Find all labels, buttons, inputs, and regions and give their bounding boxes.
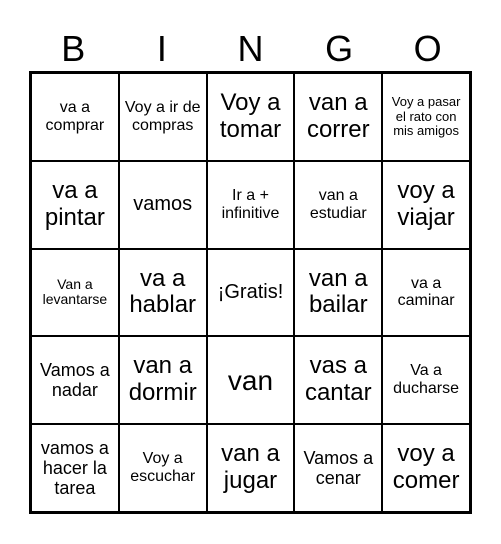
cell-text: Vamos a nadar [40, 360, 110, 401]
free-space[interactable]: ¡Gratis! [206, 248, 295, 337]
bingo-cell[interactable]: va a hablar [118, 248, 207, 337]
cell-text: Van a levantarse [42, 275, 108, 308]
bingo-cell[interactable]: Voy a escuchar [118, 424, 207, 512]
cell-text: va a hablar [129, 264, 197, 319]
cell-text: vamos a hacer la tarea [40, 437, 109, 499]
bingo-cell[interactable]: vamos a hacer la tarea [31, 424, 119, 512]
bingo-header: B I N G O [29, 26, 472, 72]
cell-text: ¡Gratis! [217, 280, 284, 303]
bingo-cell[interactable]: voy a comer [382, 424, 470, 512]
cell-text: va a pintar [44, 176, 105, 231]
cell-text: van a bailar [308, 264, 368, 319]
cell-text: Ir a + infinitive [221, 186, 280, 222]
bingo-card: va a comprar Voy a ir de compras Voy a t… [29, 71, 472, 514]
cell-text: van [227, 364, 274, 396]
cell-text: Va a ducharse [393, 362, 459, 398]
bingo-cell[interactable]: voy a viajar [382, 160, 470, 249]
cell-text: van a jugar [221, 440, 280, 495]
bingo-cell[interactable]: van a dormir [118, 336, 207, 425]
bingo-cell[interactable]: van a correr [294, 73, 383, 161]
header-letter-b: B [61, 28, 86, 69]
bingo-cell[interactable]: Vamos a nadar [31, 336, 119, 425]
bingo-cell[interactable]: van [206, 336, 295, 425]
cell-text: Voy a escuchar [130, 450, 196, 486]
cell-text: Voy a pasar el rato con mis amigos [391, 94, 461, 139]
cell-text: va a comprar [45, 98, 105, 134]
bingo-cell[interactable]: van a jugar [206, 424, 295, 512]
bingo-cell[interactable]: Voy a ir de compras [118, 73, 207, 161]
cell-text: voy a viajar [397, 176, 455, 231]
bingo-cell[interactable]: Van a levantarse [31, 248, 119, 337]
bingo-cell[interactable]: vas a cantar [294, 336, 383, 425]
cell-text: Voy a ir de compras [124, 98, 201, 134]
bingo-cell[interactable]: van a estudiar [294, 160, 383, 249]
cell-text: van a estudiar [309, 186, 367, 222]
bingo-cell[interactable]: va a caminar [382, 248, 470, 337]
cell-text: Voy a tomar [219, 89, 282, 143]
cell-text: van a dormir [128, 352, 197, 407]
bingo-cell[interactable]: van a bailar [294, 248, 383, 337]
header-letter-i: I [156, 28, 167, 69]
bingo-cell[interactable]: vamos [118, 160, 207, 249]
bingo-cell[interactable]: Voy a pasar el rato con mis amigos [382, 73, 470, 161]
bingo-cell[interactable]: Ir a + infinitive [206, 160, 295, 249]
header-letter-n: N [237, 28, 264, 69]
cell-text: va a caminar [397, 274, 455, 310]
bingo-cell[interactable]: va a comprar [31, 73, 119, 161]
cell-text: Vamos a cenar [303, 447, 374, 489]
cell-text: vamos [133, 193, 193, 216]
cell-text: vas a cantar [304, 352, 372, 407]
bingo-cell[interactable]: Voy a tomar [206, 73, 295, 161]
bingo-cell[interactable]: Va a ducharse [382, 336, 470, 425]
bingo-cell[interactable]: va a pintar [31, 160, 119, 249]
header-letter-g: G [325, 28, 354, 69]
cell-text: voy a comer [392, 440, 460, 495]
header-letter-o: O [413, 28, 442, 69]
cell-text: van a correr [306, 89, 370, 143]
bingo-cell[interactable]: Vamos a cenar [294, 424, 383, 512]
